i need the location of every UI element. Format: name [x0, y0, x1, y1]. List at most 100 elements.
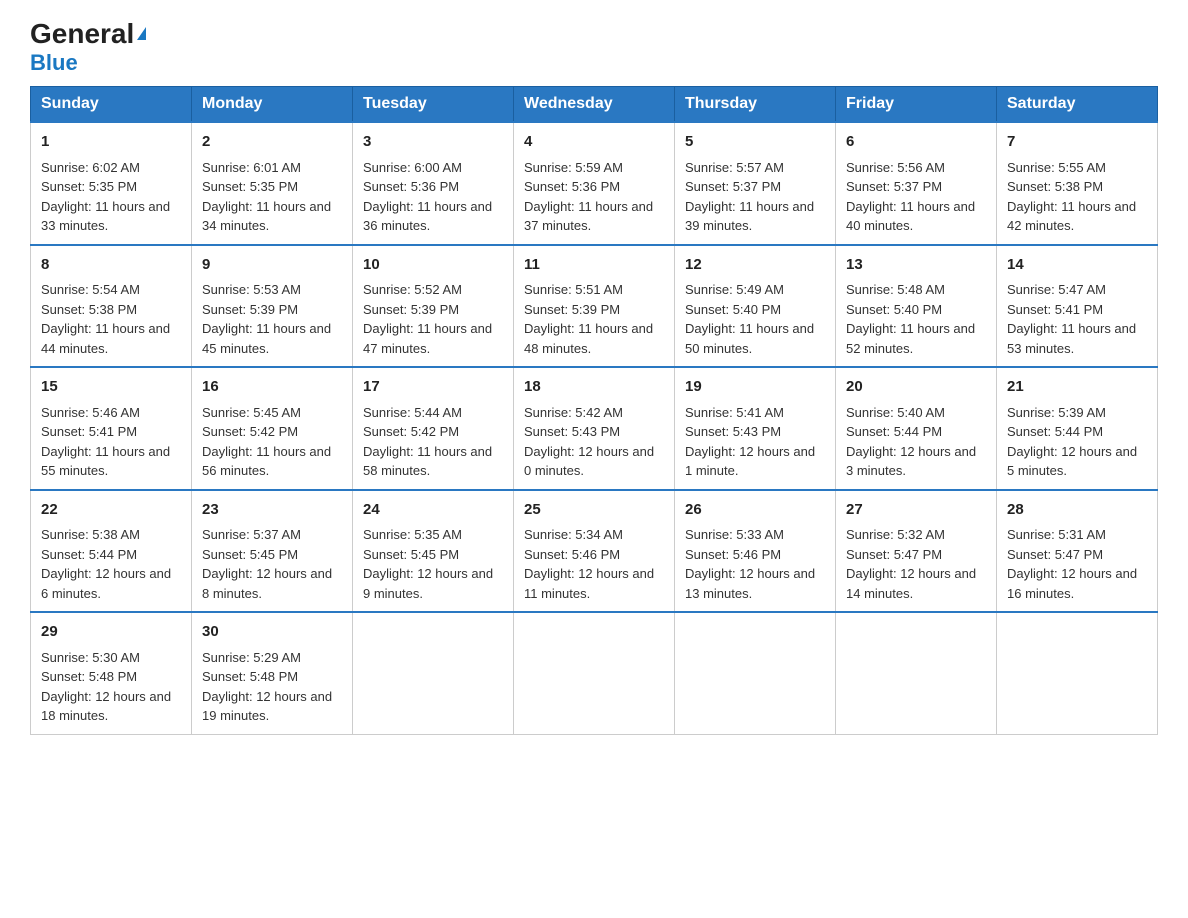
day-number: 15 [41, 376, 181, 399]
day-daylight: Daylight: 12 hours and 1 minute. [685, 444, 815, 479]
day-sunset: Sunset: 5:37 PM [685, 179, 781, 194]
day-daylight: Daylight: 11 hours and 37 minutes. [524, 199, 653, 234]
calendar-cell: 6 Sunrise: 5:56 AM Sunset: 5:37 PM Dayli… [836, 122, 997, 245]
day-sunset: Sunset: 5:39 PM [363, 302, 459, 317]
day-sunset: Sunset: 5:35 PM [202, 179, 298, 194]
day-daylight: Daylight: 11 hours and 55 minutes. [41, 444, 170, 479]
day-daylight: Daylight: 11 hours and 47 minutes. [363, 321, 492, 356]
calendar-cell: 7 Sunrise: 5:55 AM Sunset: 5:38 PM Dayli… [997, 122, 1158, 245]
calendar-cell: 4 Sunrise: 5:59 AM Sunset: 5:36 PM Dayli… [514, 122, 675, 245]
calendar-cell: 20 Sunrise: 5:40 AM Sunset: 5:44 PM Dayl… [836, 367, 997, 490]
day-daylight: Daylight: 12 hours and 14 minutes. [846, 566, 976, 601]
day-number: 12 [685, 254, 825, 277]
day-sunrise: Sunrise: 5:47 AM [1007, 282, 1106, 297]
day-daylight: Daylight: 11 hours and 53 minutes. [1007, 321, 1136, 356]
day-sunset: Sunset: 5:39 PM [524, 302, 620, 317]
day-number: 26 [685, 499, 825, 522]
day-sunset: Sunset: 5:47 PM [1007, 547, 1103, 562]
day-sunset: Sunset: 5:41 PM [1007, 302, 1103, 317]
day-sunrise: Sunrise: 5:55 AM [1007, 160, 1106, 175]
logo-blue: Blue [30, 50, 78, 76]
calendar-week-3: 15 Sunrise: 5:46 AM Sunset: 5:41 PM Dayl… [31, 367, 1158, 490]
logo-general: General [30, 20, 146, 48]
day-sunset: Sunset: 5:47 PM [846, 547, 942, 562]
day-daylight: Daylight: 11 hours and 50 minutes. [685, 321, 814, 356]
day-number: 25 [524, 499, 664, 522]
day-sunrise: Sunrise: 5:52 AM [363, 282, 462, 297]
day-number: 1 [41, 131, 181, 154]
day-sunrise: Sunrise: 5:56 AM [846, 160, 945, 175]
day-sunset: Sunset: 5:36 PM [524, 179, 620, 194]
calendar-cell: 5 Sunrise: 5:57 AM Sunset: 5:37 PM Dayli… [675, 122, 836, 245]
calendar-cell: 19 Sunrise: 5:41 AM Sunset: 5:43 PM Dayl… [675, 367, 836, 490]
weekday-header-row: SundayMondayTuesdayWednesdayThursdayFrid… [31, 87, 1158, 123]
calendar-cell: 23 Sunrise: 5:37 AM Sunset: 5:45 PM Dayl… [192, 490, 353, 613]
day-daylight: Daylight: 12 hours and 5 minutes. [1007, 444, 1137, 479]
calendar-week-5: 29 Sunrise: 5:30 AM Sunset: 5:48 PM Dayl… [31, 612, 1158, 734]
day-sunset: Sunset: 5:48 PM [202, 669, 298, 684]
day-daylight: Daylight: 12 hours and 3 minutes. [846, 444, 976, 479]
day-sunrise: Sunrise: 5:44 AM [363, 405, 462, 420]
day-sunrise: Sunrise: 5:34 AM [524, 527, 623, 542]
day-number: 22 [41, 499, 181, 522]
day-sunrise: Sunrise: 5:35 AM [363, 527, 462, 542]
calendar-cell: 12 Sunrise: 5:49 AM Sunset: 5:40 PM Dayl… [675, 245, 836, 368]
day-sunset: Sunset: 5:48 PM [41, 669, 137, 684]
day-sunset: Sunset: 5:42 PM [363, 424, 459, 439]
day-number: 8 [41, 254, 181, 277]
calendar-cell: 24 Sunrise: 5:35 AM Sunset: 5:45 PM Dayl… [353, 490, 514, 613]
day-daylight: Daylight: 12 hours and 6 minutes. [41, 566, 171, 601]
day-number: 3 [363, 131, 503, 154]
day-sunrise: Sunrise: 5:40 AM [846, 405, 945, 420]
day-sunset: Sunset: 5:38 PM [1007, 179, 1103, 194]
day-sunrise: Sunrise: 5:45 AM [202, 405, 301, 420]
day-daylight: Daylight: 11 hours and 39 minutes. [685, 199, 814, 234]
day-daylight: Daylight: 11 hours and 48 minutes. [524, 321, 653, 356]
weekday-header-wednesday: Wednesday [514, 87, 675, 123]
day-sunrise: Sunrise: 5:59 AM [524, 160, 623, 175]
logo: General Blue [30, 20, 146, 76]
day-daylight: Daylight: 12 hours and 18 minutes. [41, 689, 171, 724]
day-daylight: Daylight: 11 hours and 33 minutes. [41, 199, 170, 234]
day-daylight: Daylight: 12 hours and 8 minutes. [202, 566, 332, 601]
day-sunrise: Sunrise: 5:49 AM [685, 282, 784, 297]
calendar-cell: 28 Sunrise: 5:31 AM Sunset: 5:47 PM Dayl… [997, 490, 1158, 613]
day-number: 20 [846, 376, 986, 399]
calendar-cell: 17 Sunrise: 5:44 AM Sunset: 5:42 PM Dayl… [353, 367, 514, 490]
day-daylight: Daylight: 11 hours and 58 minutes. [363, 444, 492, 479]
day-sunset: Sunset: 5:38 PM [41, 302, 137, 317]
day-daylight: Daylight: 11 hours and 40 minutes. [846, 199, 975, 234]
day-number: 4 [524, 131, 664, 154]
day-sunrise: Sunrise: 5:37 AM [202, 527, 301, 542]
day-daylight: Daylight: 12 hours and 19 minutes. [202, 689, 332, 724]
day-sunset: Sunset: 5:37 PM [846, 179, 942, 194]
day-daylight: Daylight: 12 hours and 16 minutes. [1007, 566, 1137, 601]
day-sunrise: Sunrise: 5:29 AM [202, 650, 301, 665]
day-sunrise: Sunrise: 5:42 AM [524, 405, 623, 420]
weekday-header-sunday: Sunday [31, 87, 192, 123]
weekday-header-friday: Friday [836, 87, 997, 123]
calendar-week-1: 1 Sunrise: 6:02 AM Sunset: 5:35 PM Dayli… [31, 122, 1158, 245]
day-daylight: Daylight: 11 hours and 44 minutes. [41, 321, 170, 356]
weekday-header-saturday: Saturday [997, 87, 1158, 123]
day-number: 14 [1007, 254, 1147, 277]
day-number: 10 [363, 254, 503, 277]
day-sunrise: Sunrise: 5:33 AM [685, 527, 784, 542]
calendar-cell: 15 Sunrise: 5:46 AM Sunset: 5:41 PM Dayl… [31, 367, 192, 490]
day-sunset: Sunset: 5:44 PM [1007, 424, 1103, 439]
weekday-header-thursday: Thursday [675, 87, 836, 123]
calendar-cell [675, 612, 836, 734]
day-sunset: Sunset: 5:36 PM [363, 179, 459, 194]
day-sunrise: Sunrise: 5:31 AM [1007, 527, 1106, 542]
day-sunset: Sunset: 5:43 PM [685, 424, 781, 439]
day-sunrise: Sunrise: 5:53 AM [202, 282, 301, 297]
day-daylight: Daylight: 11 hours and 34 minutes. [202, 199, 331, 234]
day-number: 27 [846, 499, 986, 522]
day-sunrise: Sunrise: 5:57 AM [685, 160, 784, 175]
day-sunrise: Sunrise: 5:32 AM [846, 527, 945, 542]
day-number: 6 [846, 131, 986, 154]
day-number: 11 [524, 254, 664, 277]
day-number: 9 [202, 254, 342, 277]
day-daylight: Daylight: 12 hours and 13 minutes. [685, 566, 815, 601]
day-sunset: Sunset: 5:42 PM [202, 424, 298, 439]
